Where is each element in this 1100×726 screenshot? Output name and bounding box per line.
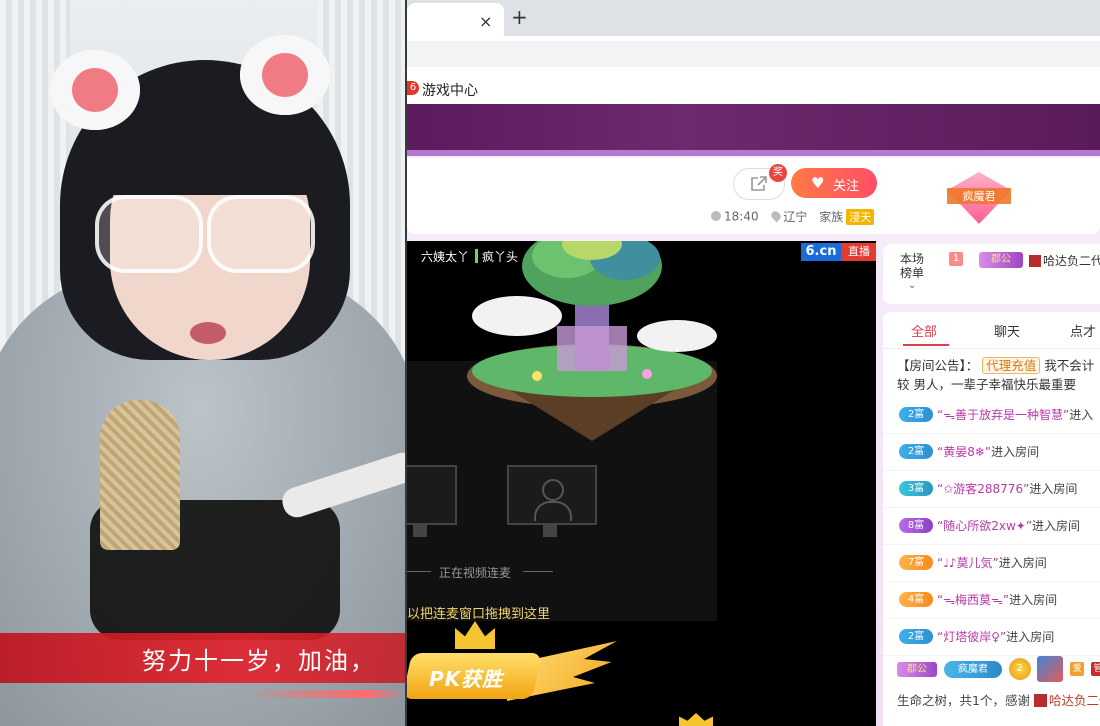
family-label: 家族 — [819, 210, 844, 224]
noble-badge: 郡公 — [897, 661, 937, 677]
floating-island-gift-animation — [467, 241, 717, 441]
user-tag-icon — [1029, 255, 1041, 267]
username[interactable]: “♩♪莫儿気” — [937, 556, 999, 570]
wealth-level-badge: 8富 — [899, 518, 933, 533]
chat-message: 2富 “黄晏8❄”进入房间 — [883, 433, 1100, 471]
reward-badge: 奖 — [769, 164, 787, 182]
wealth-level-badge: 2富 — [899, 629, 933, 644]
caption-banner: 努力十一岁，加油， — [0, 633, 407, 683]
live-video-stage[interactable]: 六姨太丫 疯丫头 6.cn 直播 正在视频连麦 以把连麦窗口拖拽到这里 PK获胜 — [407, 241, 876, 726]
tab-chat[interactable]: 聊天 — [994, 321, 1020, 340]
monitor-user-icon — [507, 465, 597, 525]
clock-icon — [711, 211, 721, 221]
url-field[interactable] — [407, 41, 1100, 67]
chat-message: 4富 “ᯓ梅西莫ᯓ”进入房间 — [883, 581, 1100, 619]
location: 辽宁 — [783, 210, 808, 224]
gem-label: 疯魔君 — [947, 188, 1011, 204]
monitor-icon — [407, 465, 457, 525]
host-badge-gem[interactable]: 疯魔君 — [947, 172, 1011, 224]
logo-site: 6.cn — [801, 243, 841, 261]
chat-message: 7富 “♩♪莫儿気”进入房间 — [883, 544, 1100, 582]
browser-tab-bar: × + — [407, 0, 1100, 36]
chat-tabs: 全部 聊天 点才 — [883, 312, 1100, 349]
wealth-level-badge: 7富 — [899, 555, 933, 570]
crown-icon — [455, 621, 495, 649]
gift-message: 生命之树，共1个，感谢哈达负二代 — [897, 690, 1100, 709]
agent-recharge-tag[interactable]: 代理充值 — [982, 357, 1041, 374]
chat-message: 2富 “ᯓ善于放弃是一种智慧”进入 — [883, 396, 1100, 434]
chat-message: 8富 “随心所欲2xw✦”进入房间 — [883, 507, 1100, 545]
share-icon — [751, 176, 767, 191]
rank-position: 1 — [949, 252, 963, 266]
username[interactable]: “ᯓ梅西莫ᯓ” — [937, 593, 1009, 607]
noble-badge: 郡公 — [979, 252, 1023, 268]
username[interactable]: “黄晏8❄” — [937, 445, 991, 459]
bear-ear-headband — [50, 50, 140, 130]
gift-sender[interactable]: 哈达负二代 — [1049, 693, 1100, 708]
gift-sender-badges: 郡公 疯魔君 2 爱 管 — [897, 656, 1100, 682]
live-time: 18:40 — [724, 209, 759, 224]
webcam-video: 努力十一岁，加油， — [0, 0, 407, 726]
pk-win-label: PK获胜 — [429, 667, 504, 691]
drag-hint: 以把连麦窗口拖拽到这里 — [407, 607, 551, 622]
user-tag-icon — [1033, 694, 1047, 707]
streamer-mouth — [190, 322, 226, 344]
username[interactable]: “ᯓ善于放弃是一种智慧” — [937, 408, 1069, 422]
tab-all[interactable]: 全部 — [911, 321, 937, 340]
wealth-level-badge: 2富 — [899, 444, 933, 459]
room-notice: 【房间公告】： 代理充值 我不会计较 男人，一辈子幸福快乐最重要 — [897, 357, 1095, 392]
crown-icon — [679, 713, 713, 726]
page-header-band — [407, 104, 1100, 156]
bear-ear-headband — [240, 35, 330, 115]
video-linking-status: 正在视频连麦 — [439, 566, 512, 580]
location-icon — [770, 209, 783, 223]
admin-tag: 管 — [1091, 662, 1100, 676]
room-info-bar: 奖 ♥ 关注 18:40 辽宁 家族 浸天 疯魔君 — [407, 158, 1100, 234]
address-bar — [407, 36, 1100, 72]
bookmark-game-center[interactable]: 游戏中心 — [422, 80, 478, 100]
active-tab-indicator — [903, 344, 949, 346]
chevron-down-icon[interactable]: ⌄ — [908, 280, 916, 291]
rank-top-user[interactable]: 哈达负二代 — [1029, 252, 1100, 269]
chat-message: 3富 “✩游客288776”进入房间 — [883, 470, 1100, 508]
close-tab-icon[interactable]: × — [479, 12, 492, 31]
wealth-level-badge: 2富 — [899, 407, 933, 422]
follow-button[interactable]: ♥ 关注 — [791, 168, 877, 198]
pk-win-banner: PK获胜 — [407, 621, 617, 726]
avatar[interactable] — [1037, 656, 1064, 682]
wealth-level-badge: 3富 — [899, 481, 933, 496]
chat-panel: 全部 聊天 点才 【房间公告】： 代理充值 我不会计较 男人，一辈子幸福快乐最重… — [883, 312, 1100, 726]
site-logo: 6.cn 直播 — [801, 243, 876, 261]
bookmark-favicon: 6 — [407, 81, 419, 95]
caption-text: 努力十一岁，加油， — [142, 647, 376, 675]
room-meta: 18:40 辽宁 家族 浸天 — [711, 208, 875, 225]
tab-song[interactable]: 点才 — [1070, 321, 1096, 340]
fan-club-badge: 疯魔君 — [943, 660, 1002, 678]
username[interactable]: “随心所欲2xw✦” — [937, 519, 1032, 533]
role-tag: 爱 — [1070, 662, 1085, 676]
logo-live: 直播 — [841, 243, 876, 261]
browser-tab[interactable]: × — [407, 3, 504, 36]
new-tab-button[interactable]: + — [511, 5, 528, 29]
username[interactable]: “✩游客288776” — [937, 482, 1029, 496]
session-rank[interactable]: 本场榜单 ⌄ 1 郡公 哈达负二代 — [883, 244, 1100, 304]
bookmarks-bar: 6 游戏中心 — [407, 72, 1100, 105]
light-streak — [0, 690, 407, 698]
glasses — [95, 195, 315, 275]
rank-title: 本场榜单 — [900, 252, 925, 280]
heart-icon: ♥ — [811, 174, 825, 192]
family-tag[interactable]: 浸天 — [846, 208, 875, 225]
chat-message: 2富 “灯塔彼岸♀”进入房间 — [883, 618, 1100, 656]
wealth-level-badge: 4富 — [899, 592, 933, 607]
medal-icon: 2 — [1008, 658, 1031, 680]
microphone — [100, 400, 180, 550]
follow-label: 关注 — [833, 179, 860, 194]
username[interactable]: “灯塔彼岸♀” — [937, 630, 1006, 644]
